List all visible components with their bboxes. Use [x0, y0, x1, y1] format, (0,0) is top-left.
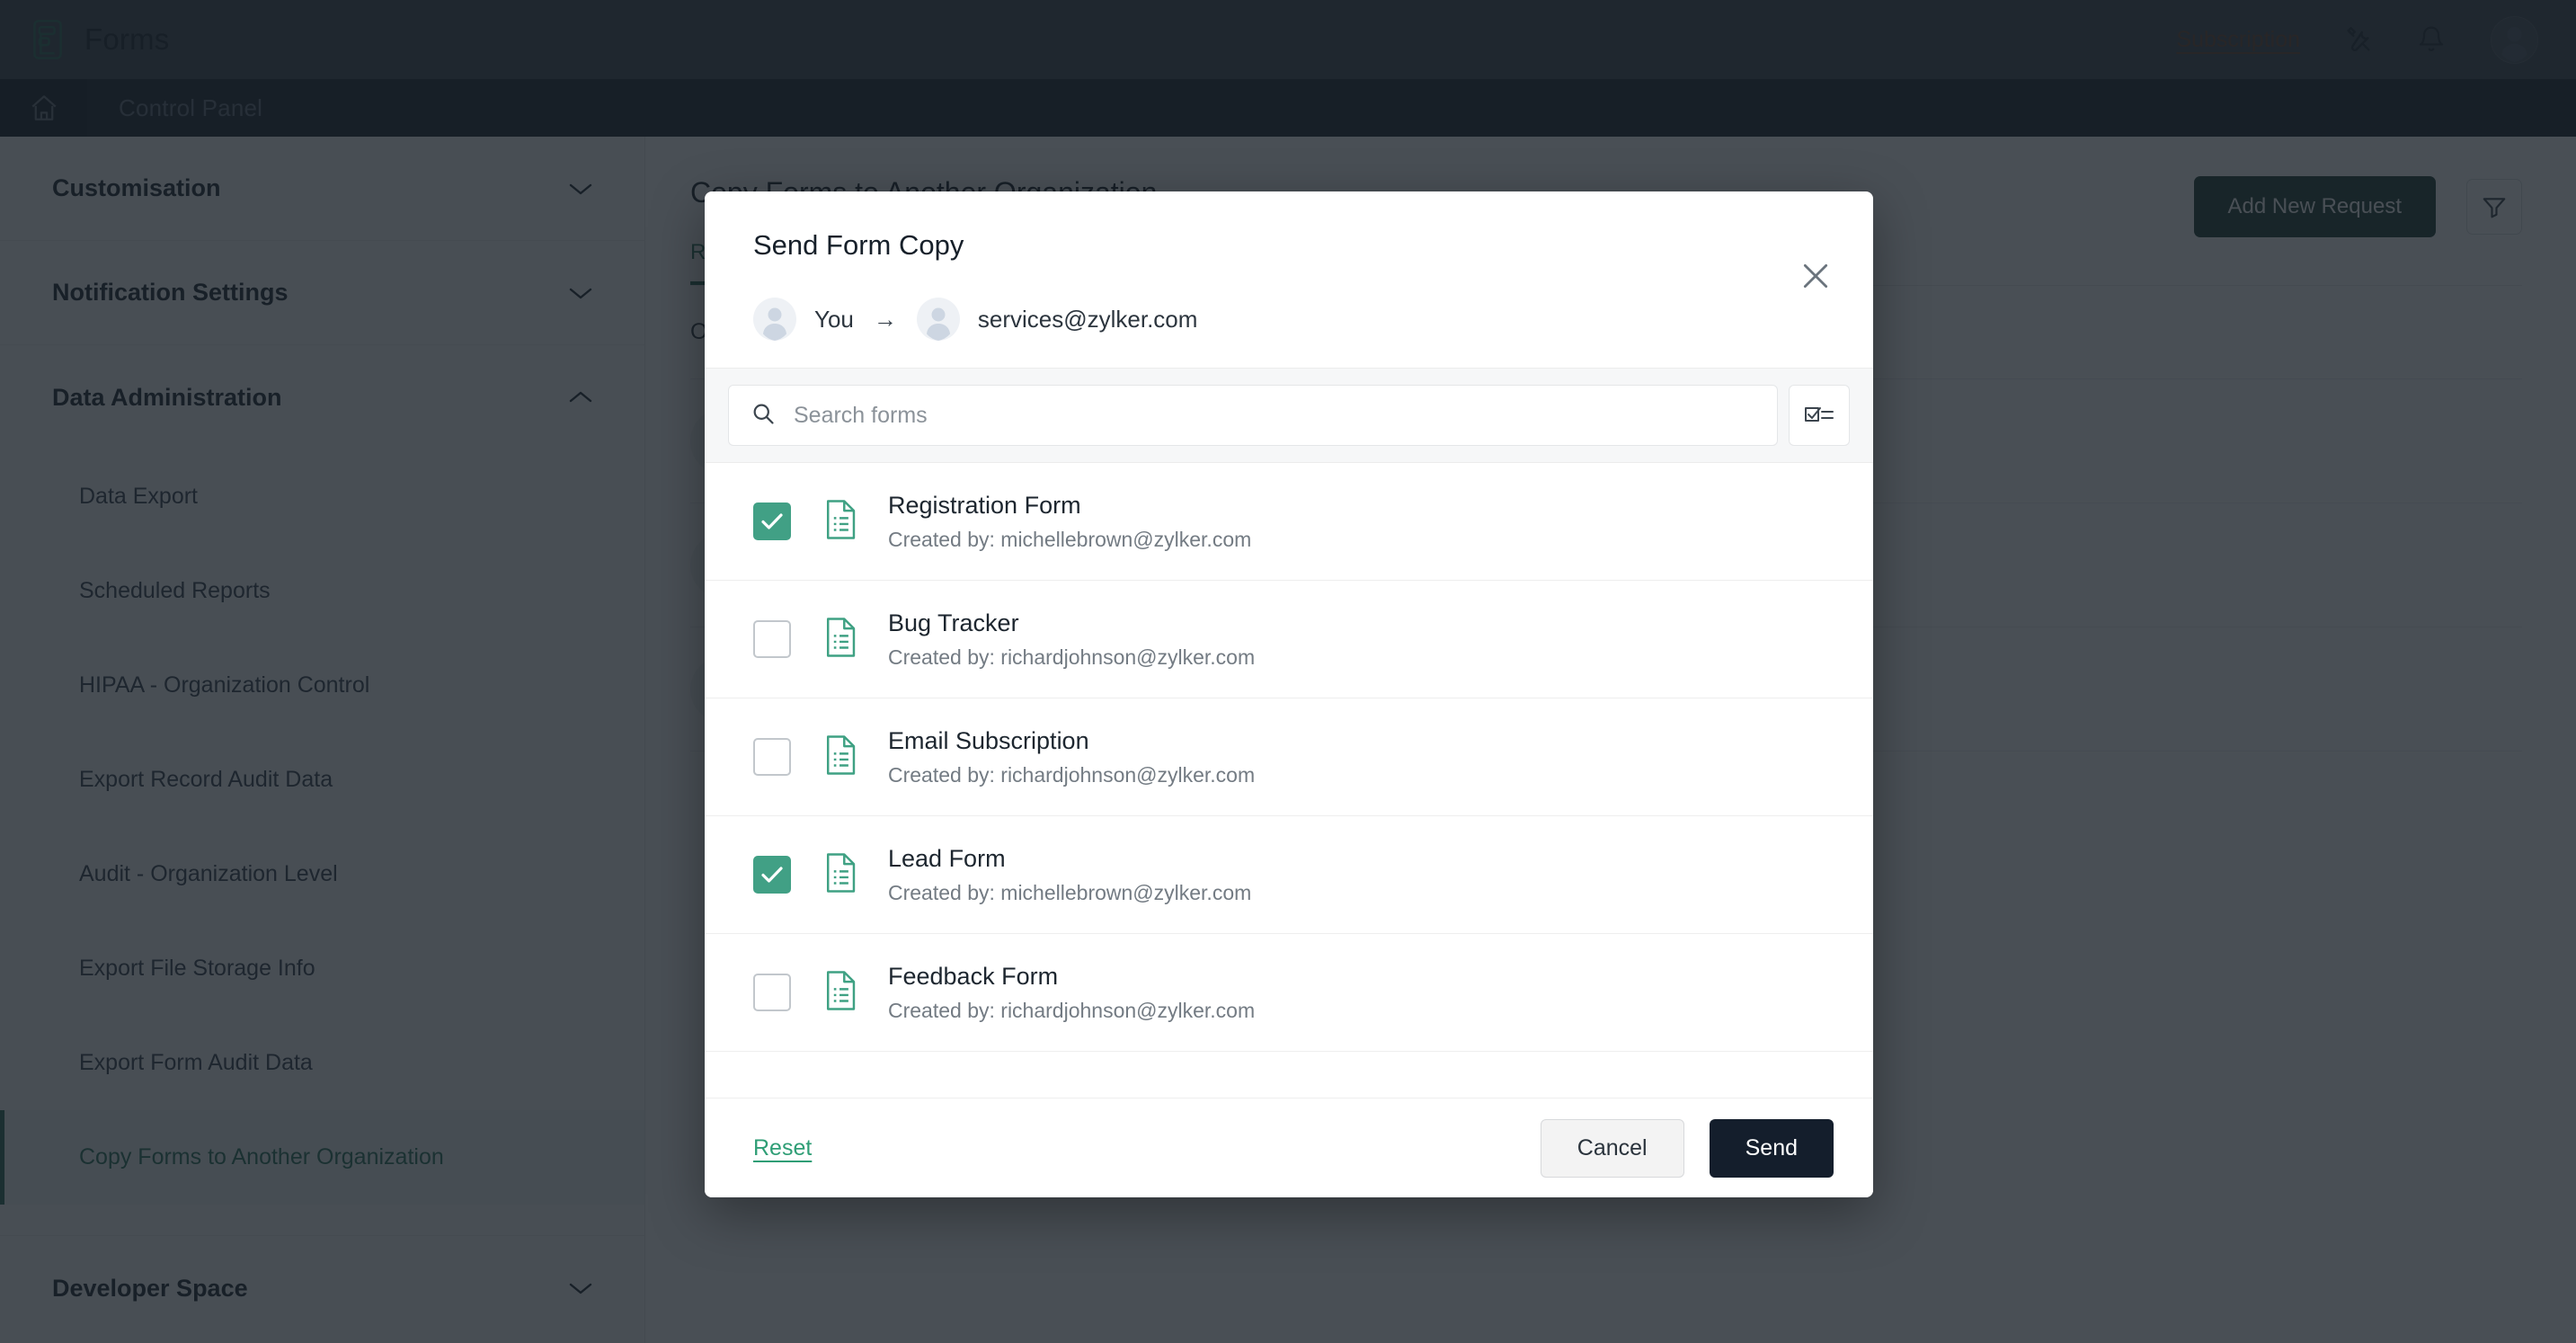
- form-name: Email Subscription: [888, 726, 1089, 754]
- list-item-text: Lead Form Created by: michellebrown@zylk…: [888, 845, 1251, 905]
- form-document-icon: [823, 970, 859, 1016]
- list-item[interactable]: Email Subscription Created by: richardjo…: [705, 698, 1873, 816]
- sender-label: You: [814, 305, 854, 333]
- form-document-icon: [823, 617, 859, 663]
- dialog-title: Send Form Copy: [753, 229, 964, 261]
- list-item-text: Email Subscription Created by: richardjo…: [888, 727, 1255, 787]
- recipient-avatar: [916, 298, 960, 341]
- recipient-label: services@zylker.com: [977, 305, 1198, 333]
- form-document-icon: [823, 734, 859, 780]
- form-name: Feedback Form: [888, 962, 1059, 990]
- close-icon[interactable]: [1798, 258, 1834, 294]
- form-created-by: Created by: richardjohnson@zylker.com: [888, 998, 1256, 1022]
- sender-avatar: [753, 298, 796, 341]
- form-checkbox[interactable]: [753, 620, 791, 658]
- checklist-select-all-icon[interactable]: [1789, 385, 1850, 446]
- search-bar: [705, 368, 1873, 463]
- dialog-footer: Reset Cancel Send: [705, 1098, 1873, 1197]
- form-name: Lead Form: [888, 844, 1006, 872]
- search-input[interactable]: [794, 402, 1755, 429]
- form-checkbox[interactable]: [753, 738, 791, 776]
- list-item[interactable]: Registration Form Created by: michellebr…: [705, 463, 1873, 581]
- list-item-text: Registration Form Created by: michellebr…: [888, 492, 1251, 552]
- form-name: Registration Form: [888, 491, 1081, 519]
- form-created-by: Created by: michellebrown@zylker.com: [888, 880, 1252, 904]
- form-created-by: Created by: michellebrown@zylker.com: [888, 527, 1252, 551]
- reset-link[interactable]: Reset: [753, 1135, 812, 1161]
- dialog-header: Send Form Copy You → services@zylker.com: [705, 191, 1873, 368]
- list-item-text: Bug Tracker Created by: richardjohnson@z…: [888, 609, 1255, 670]
- form-checkbox[interactable]: [753, 856, 791, 894]
- form-checkbox[interactable]: [753, 503, 791, 540]
- send-button[interactable]: Send: [1709, 1118, 1834, 1178]
- list-item[interactable]: Bug Tracker Created by: richardjohnson@z…: [705, 581, 1873, 698]
- sender-recipient-row: You → services@zylker.com: [753, 298, 1825, 368]
- forms-list[interactable]: Registration Form Created by: michellebr…: [705, 463, 1873, 1098]
- search-box[interactable]: [728, 385, 1778, 446]
- form-checkbox[interactable]: [753, 974, 791, 1011]
- dialog-footer-actions: Cancel Send: [1540, 1118, 1834, 1178]
- form-created-by: Created by: richardjohnson@zylker.com: [888, 645, 1256, 669]
- list-item-text: Feedback Form Created by: richardjohnson…: [888, 963, 1255, 1023]
- form-created-by: Created by: richardjohnson@zylker.com: [888, 762, 1256, 787]
- list-item[interactable]: Lead Form Created by: michellebrown@zylk…: [705, 816, 1873, 934]
- form-document-icon: [823, 499, 859, 545]
- send-form-copy-dialog: Send Form Copy You → services@zylker.com…: [705, 191, 1873, 1197]
- list-item[interactable]: Feedback Form Created by: richardjohnson…: [705, 934, 1873, 1052]
- form-name: Bug Tracker: [888, 609, 1019, 636]
- cancel-button[interactable]: Cancel: [1540, 1118, 1684, 1178]
- arrow-right-icon: →: [873, 305, 897, 333]
- form-document-icon: [823, 852, 859, 898]
- search-icon: [751, 401, 776, 431]
